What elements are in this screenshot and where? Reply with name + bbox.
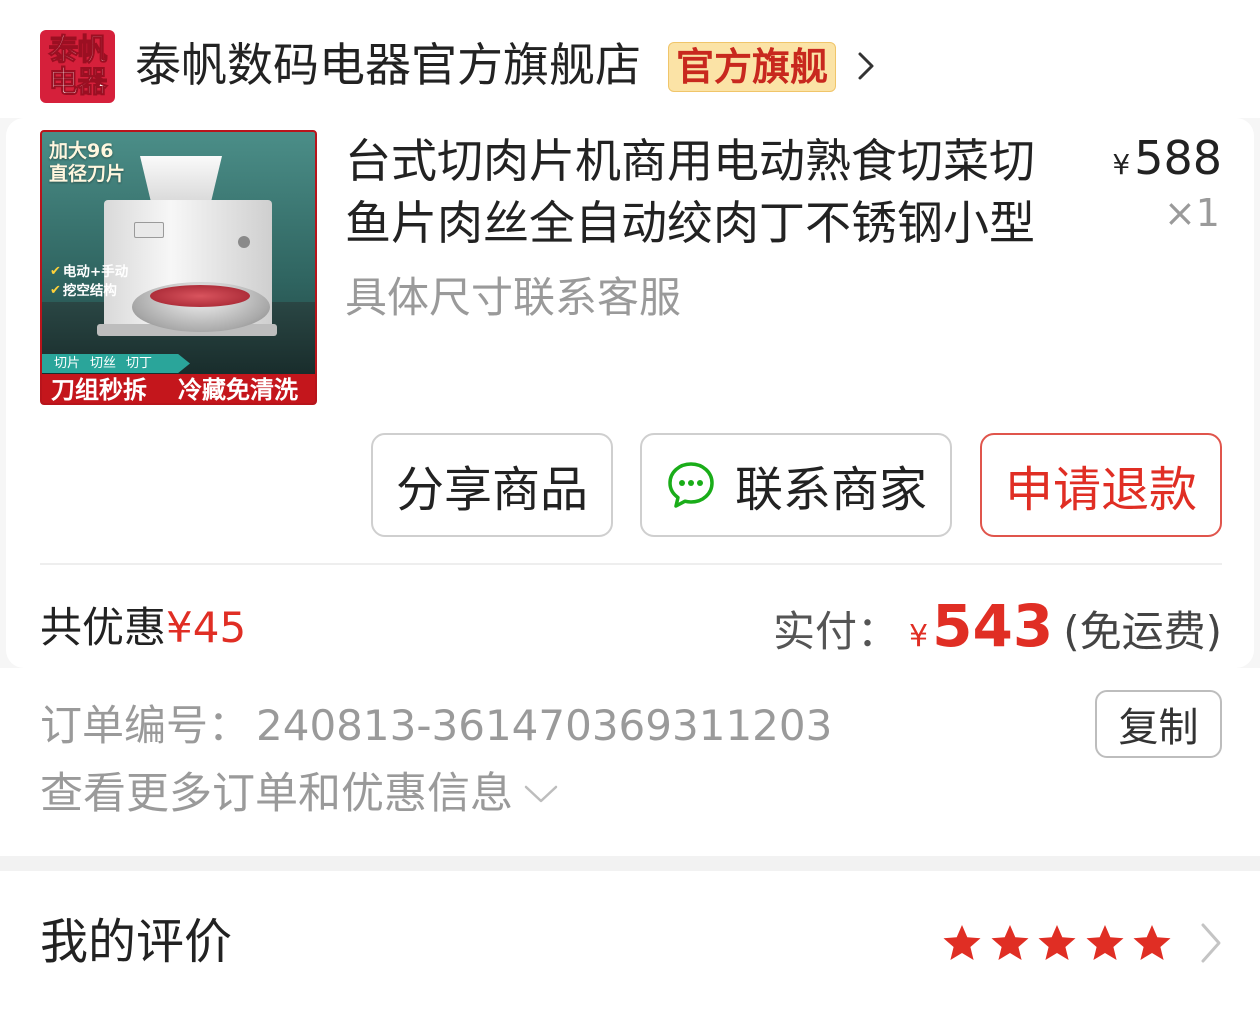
paid-currency: ¥ [909,619,929,654]
section-separator [0,856,1260,871]
product-title-line: 鱼片肉丝全自动绞肉丁不锈钢小型 [345,196,1035,250]
check-icon: ✔ [50,283,61,298]
order-number-label: 订单编号： [40,701,251,750]
store-logo[interactable]: 泰帆 电器 [40,30,115,103]
store-badge: 官方旗舰 [668,42,836,92]
currency-symbol: ¥ [1112,148,1131,181]
order-number: 订单编号： 240813-361470369311203 [40,698,832,754]
machine-chute [140,156,222,204]
image-feature-label: 挖空结构 [62,283,117,299]
more-info-toggle[interactable]: 查看更多订单和优惠信息 [40,766,559,822]
image-size-line2: 直径刀片 [49,163,126,185]
chevron-right-icon[interactable] [1198,920,1224,966]
contact-seller-label: 联系商家 [734,462,927,518]
paid-summary: 实付： ¥ 543 (免运费) [773,592,1222,660]
image-banner-right: 冷藏免清洗 [178,376,298,404]
product-spec: 具体尺寸联系客服 [345,273,682,322]
image-feature: ✔ 挖空结构 [50,282,117,300]
image-mode: 切丁 [126,356,153,371]
copy-label: 复制 [1118,705,1199,751]
discount-label: 共优惠 [40,603,167,652]
paid-amount: 543 [932,592,1054,660]
rating-stars[interactable] [942,923,1172,963]
chat-bubble-icon [668,462,714,508]
star-icon [991,925,1028,960]
store-name[interactable]: 泰帆数码电器官方旗舰店 [135,36,641,94]
image-mode: 切丝 [90,356,117,371]
product-title-line: 台式切肉片机商用电动熟食切菜切 [345,134,1035,188]
order-number-value: 240813-361470369311203 [256,701,833,750]
sliced-meat [150,285,250,307]
review-title: 我的评价 [40,914,233,970]
check-icon: ✔ [50,264,61,279]
share-product-label: 分享商品 [395,462,588,518]
discount-summary: 共优惠 ¥45 [40,600,246,656]
image-size-line1: 加大96 [49,140,114,162]
product-title[interactable]: 台式切肉片机商用电动熟食切菜切 鱼片肉丝全自动绞肉丁不锈钢小型 [345,130,1035,254]
divider [40,563,1222,565]
machine-knob [238,236,250,248]
image-feature: ✔ 电动+手动 [50,263,128,281]
image-modes-strip: 切片 切丝 切丁 [42,354,190,373]
image-banner: 刀组秒拆 冷藏免清洗 [42,374,315,404]
image-banner-left: 刀组秒拆 [51,376,147,404]
copy-button[interactable]: 复制 [1095,690,1222,758]
order-detail-page: 泰帆 电器 泰帆数码电器官方旗舰店 官方旗舰 加大96 直径刀片 ✔ 电动+手动… [0,0,1260,1010]
star-icon [1038,925,1076,960]
request-refund-button[interactable]: 申请退款 [980,433,1222,537]
product-image[interactable]: 加大96 直径刀片 ✔ 电动+手动 ✔ 挖空结构 切片 切丝 切丁 刀组秒拆 冷… [40,130,317,405]
store-logo-line1: 泰帆 [48,32,108,68]
share-product-button[interactable]: 分享商品 [371,433,613,537]
star-icon [1133,925,1171,960]
chevron-down-icon [524,785,558,803]
star-icon [1086,925,1123,960]
image-mode: 切片 [54,356,81,371]
shipping-note: (免运费) [1063,607,1222,656]
discount-value: ¥45 [166,603,247,652]
chevron-right-icon[interactable] [855,50,877,82]
more-info-label: 查看更多订单和优惠信息 [40,769,513,819]
paid-label: 实付： [773,607,900,656]
price-amount: 588 [1134,131,1222,185]
image-feature-label: 电动+手动 [62,264,129,280]
machine-label [134,222,164,238]
store-logo-line2: 电器 [48,64,108,100]
star-icon [943,925,981,960]
request-refund-label: 申请退款 [1004,462,1197,518]
product-price: ¥ 588 [1112,130,1222,186]
contact-seller-button[interactable]: 联系商家 [640,433,952,537]
product-quantity: ×1 [1163,191,1220,235]
